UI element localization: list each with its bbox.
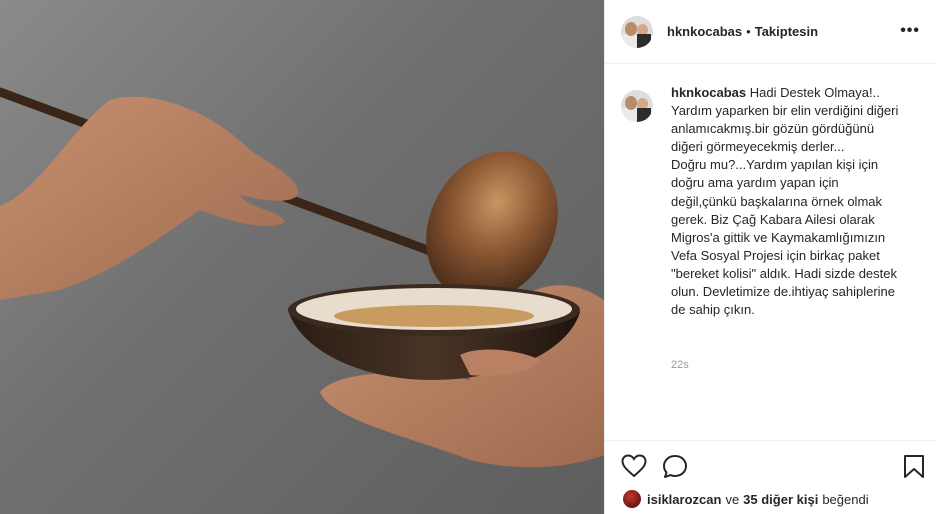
likes-count-link[interactable]: 35 diğer kişi: [743, 492, 818, 507]
post-image[interactable]: [0, 0, 604, 514]
avatar[interactable]: [621, 15, 653, 48]
caption-text: Hadi Destek Olmaya!.. Yardım yaparken bi…: [671, 85, 899, 318]
bookmark-icon[interactable]: [903, 454, 925, 479]
liker-username[interactable]: isiklarozcan: [647, 492, 721, 507]
post-image-illustration: [0, 87, 604, 468]
caption-username[interactable]: hknkocabas: [671, 85, 746, 100]
instagram-post-view: hknkocabas • Takiptesin ••• hknkocabas H…: [0, 0, 936, 514]
post-caption: hknkocabas Hadi Destek Olmaya!.. Yardım …: [621, 84, 924, 319]
header-username[interactable]: hknkocabas: [667, 24, 742, 39]
post-actions-bar: isiklarozcan ve 35 diğer kişi beğendi: [605, 440, 936, 514]
heart-icon[interactable]: [621, 454, 647, 478]
comment-icon[interactable]: [662, 454, 688, 479]
liker-avatar[interactable]: [623, 490, 641, 508]
post-timestamp[interactable]: 22s: [671, 359, 689, 371]
post-sidebar: hknkocabas • Takiptesin ••• hknkocabas H…: [604, 0, 936, 514]
likes-suffix: beğendi: [822, 491, 869, 507]
likes-summary: isiklarozcan ve 35 diğer kişi beğendi: [623, 490, 873, 508]
likes-conjunction: ve: [725, 491, 740, 507]
post-header: hknkocabas • Takiptesin •••: [605, 0, 936, 64]
follow-status-button[interactable]: Takiptesin: [755, 24, 818, 39]
header-separator: •: [746, 24, 751, 39]
caption-avatar[interactable]: [621, 90, 653, 122]
caption-text-block: hknkocabas Hadi Destek Olmaya!.. Yardım …: [671, 84, 901, 319]
more-options-icon[interactable]: •••: [900, 22, 920, 40]
